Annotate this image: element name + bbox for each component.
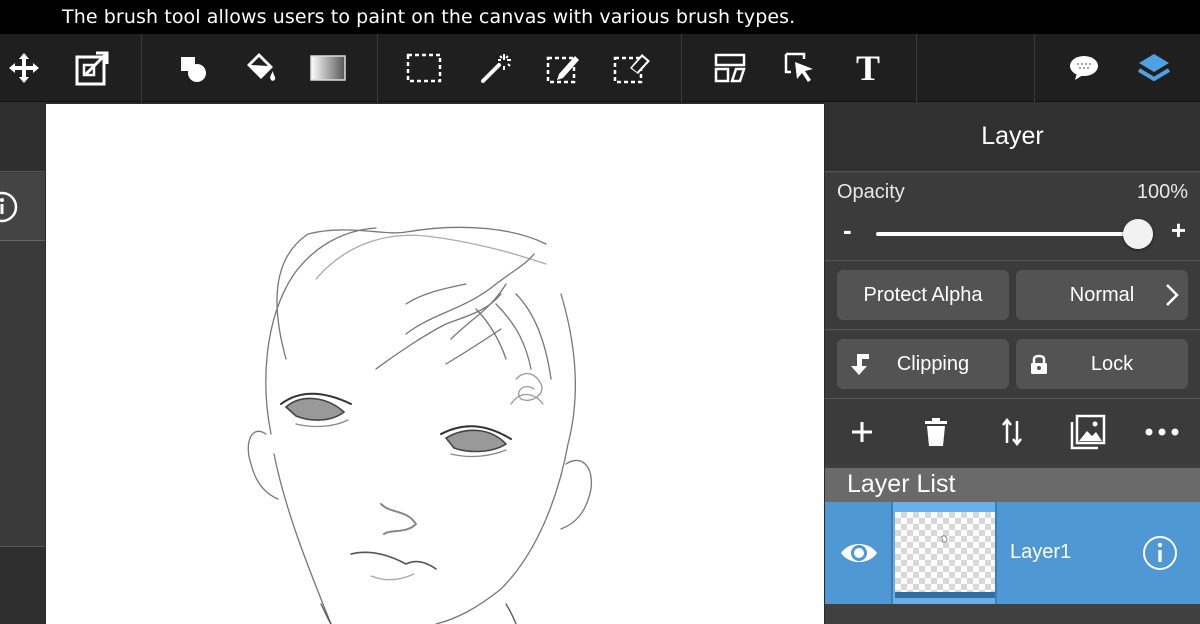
clipping-arrow-icon xyxy=(851,354,869,375)
caption-bar: The brush tool allows users to paint on … xyxy=(0,0,1200,34)
opacity-control: Opacity 100% - + xyxy=(825,173,1200,261)
frame-divider-tool-button[interactable] xyxy=(706,44,754,92)
blend-mode-label: Normal xyxy=(1069,283,1135,306)
blend-row: Protect Alpha Normal xyxy=(825,262,1200,330)
opacity-label: Opacity xyxy=(837,181,905,203)
delete-layer-button[interactable] xyxy=(911,407,961,457)
import-image-button[interactable] xyxy=(1063,407,1113,457)
lock-icon xyxy=(1031,354,1047,374)
transform-tool-button[interactable] xyxy=(68,44,116,92)
shapes-icon xyxy=(181,57,206,82)
select-pen-tool-button[interactable] xyxy=(540,44,588,92)
left-panel-footer xyxy=(0,546,45,624)
cursor-icon xyxy=(784,52,813,82)
select-eraser-icon xyxy=(613,54,650,84)
lock-button[interactable]: Lock xyxy=(1016,339,1188,389)
select-pen-icon xyxy=(546,56,579,84)
layer-panel: Layer Opacity 100% - + Protect Alpha Nor… xyxy=(825,102,1200,624)
lock-label: Lock xyxy=(1090,352,1134,375)
layer-list-empty-area xyxy=(825,604,1200,624)
protect-alpha-label: Protect Alpha xyxy=(863,283,983,306)
layer-info-button[interactable] xyxy=(1142,535,1178,576)
eye-icon xyxy=(841,544,877,562)
more-options-button[interactable] xyxy=(1137,407,1187,457)
text-tool-button[interactable]: T xyxy=(844,44,892,92)
select-eraser-tool-button[interactable] xyxy=(608,44,656,92)
speech-bubble-icon xyxy=(1070,56,1098,80)
left-panel-header xyxy=(0,102,45,172)
toolbar-divider xyxy=(1034,34,1035,102)
protect-alpha-button[interactable]: Protect Alpha xyxy=(837,270,1009,320)
trash-icon xyxy=(925,418,947,446)
opacity-decrease-button[interactable]: - xyxy=(843,217,852,243)
layer-thumbnail-bar xyxy=(895,592,995,598)
move-arrows-icon xyxy=(9,53,39,83)
opacity-value: 100% xyxy=(1136,181,1188,203)
drawing-canvas[interactable] xyxy=(46,104,824,624)
layer-list-header: Layer List xyxy=(825,468,1200,502)
toolbar: T xyxy=(0,34,1200,102)
layer-name: Layer1 xyxy=(1010,541,1072,563)
swap-vertical-icon xyxy=(1002,417,1022,447)
layer-actions-bar xyxy=(825,399,1200,465)
more-dots-icon xyxy=(1145,428,1179,436)
info-icon xyxy=(1143,536,1177,570)
select-tool-button[interactable] xyxy=(400,44,448,92)
magic-wand-icon xyxy=(481,54,511,83)
toolbar-divider xyxy=(141,34,142,102)
clip-lock-row: Clipping Lock xyxy=(825,331,1200,399)
caption-text: The brush tool allows users to paint on … xyxy=(62,6,796,28)
thumbnail-sketch xyxy=(940,535,948,543)
visibility-toggle[interactable] xyxy=(839,538,879,573)
bubble-tool-button[interactable] xyxy=(1060,44,1108,92)
frame-divider-icon xyxy=(714,53,746,83)
fill-tool-button[interactable] xyxy=(236,44,284,92)
clipping-label: Clipping xyxy=(896,352,970,375)
gradient-icon xyxy=(310,55,346,81)
text-icon: T xyxy=(855,48,880,88)
transform-icon xyxy=(75,51,109,86)
layer-panel-header: Layer xyxy=(825,102,1200,172)
paint-bucket-icon xyxy=(247,53,276,81)
layer-thumbnail-image xyxy=(895,512,995,592)
add-layer-button[interactable] xyxy=(837,407,887,457)
clipping-button[interactable]: Clipping xyxy=(837,339,1009,389)
opacity-slider-track[interactable] xyxy=(876,232,1138,236)
toolbar-divider xyxy=(916,34,917,102)
chevron-right-icon xyxy=(1166,284,1179,306)
shape-tool-button[interactable] xyxy=(168,44,216,92)
gradient-tool-button[interactable] xyxy=(304,44,352,92)
layers-toggle-button[interactable] xyxy=(1130,44,1178,92)
layer-row[interactable]: Layer1 xyxy=(825,502,1200,604)
operation-tool-button[interactable] xyxy=(776,44,824,92)
left-info-button[interactable] xyxy=(0,173,45,241)
rect-select-icon xyxy=(406,53,442,83)
opacity-increase-button[interactable]: + xyxy=(1171,217,1186,243)
left-side-panel xyxy=(0,102,45,624)
info-icon xyxy=(0,191,18,222)
opacity-slider-knob[interactable] xyxy=(1123,219,1153,249)
move-layer-button[interactable] xyxy=(987,407,1037,457)
sketch-drawing xyxy=(247,226,593,624)
layer-list-title: Layer List xyxy=(847,470,956,498)
magic-wand-tool-button[interactable] xyxy=(472,44,520,92)
image-import-icon xyxy=(1070,414,1106,450)
toolbar-divider xyxy=(681,34,682,102)
move-tool-button[interactable] xyxy=(0,44,48,92)
layer-panel-title: Layer xyxy=(981,122,1044,150)
blend-mode-button[interactable]: Normal xyxy=(1016,270,1188,320)
plus-icon xyxy=(852,422,872,442)
toolbar-divider xyxy=(377,34,378,102)
layers-icon xyxy=(1137,54,1171,81)
layer-thumbnail xyxy=(891,502,997,604)
